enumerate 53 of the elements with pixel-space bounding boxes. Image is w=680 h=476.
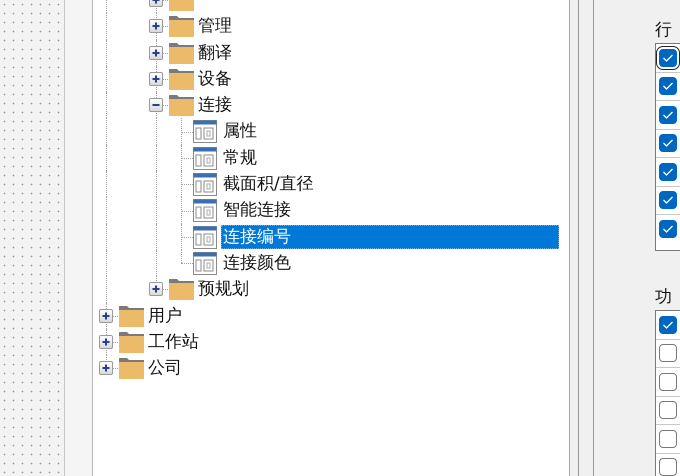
tree-item[interactable]: 连接颜色 bbox=[221, 250, 293, 275]
expand-icon[interactable] bbox=[149, 72, 163, 86]
check-icon bbox=[662, 52, 674, 63]
checkbox[interactable] bbox=[659, 372, 677, 391]
tree-item[interactable]: 属性 bbox=[221, 119, 259, 144]
check-icon bbox=[662, 224, 674, 234]
checkbox[interactable] bbox=[659, 430, 677, 448]
expand-icon[interactable] bbox=[99, 308, 113, 323]
check-icon bbox=[662, 166, 674, 177]
checkbox[interactable] bbox=[659, 48, 677, 67]
tree-item[interactable]: 连接编号 bbox=[221, 224, 559, 249]
group-label: 功 bbox=[655, 286, 673, 309]
check-icon bbox=[662, 81, 674, 92]
tree-item[interactable]: 预规划 bbox=[198, 277, 249, 302]
checkbox[interactable] bbox=[659, 162, 677, 181]
tree-item[interactable]: 连接 bbox=[198, 93, 232, 118]
checkbox[interactable] bbox=[659, 316, 677, 334]
collapse-icon[interactable] bbox=[149, 98, 163, 112]
folder-icon bbox=[168, 278, 195, 300]
tree-item[interactable]: 智能连接 bbox=[221, 198, 293, 222]
group-label: 行 bbox=[655, 19, 673, 42]
checkbox[interactable] bbox=[659, 134, 677, 152]
tree-item[interactable]: 截面积/直径 bbox=[221, 172, 316, 196]
check-icon bbox=[662, 320, 674, 330]
check-icon bbox=[662, 138, 674, 148]
checkbox[interactable] bbox=[659, 77, 677, 96]
checkbox[interactable] bbox=[659, 106, 677, 124]
check-icon bbox=[662, 195, 674, 206]
folder-icon bbox=[168, 42, 195, 64]
expand-icon[interactable] bbox=[149, 19, 163, 34]
folder-icon bbox=[118, 357, 145, 380]
expand-icon[interactable] bbox=[149, 282, 163, 296]
tree-item[interactable]: 工作站 bbox=[148, 330, 199, 354]
expand-icon[interactable] bbox=[149, 46, 163, 60]
expand-icon[interactable] bbox=[99, 334, 113, 349]
checkbox[interactable] bbox=[659, 344, 677, 362]
folder-icon bbox=[168, 94, 195, 116]
folder-icon bbox=[118, 330, 145, 353]
folder-icon bbox=[168, 68, 195, 90]
tree-item[interactable]: 管理 bbox=[198, 14, 232, 38]
expand-icon[interactable] bbox=[99, 361, 113, 376]
tree-item[interactable]: 公司 bbox=[148, 356, 182, 380]
tree-item[interactable]: 用户 bbox=[148, 304, 182, 328]
checkbox[interactable] bbox=[659, 401, 677, 420]
folder-icon bbox=[168, 15, 195, 38]
checkbox[interactable] bbox=[659, 220, 677, 238]
tree-item[interactable]: 翻译 bbox=[198, 40, 232, 65]
tree-item[interactable]: 常规 bbox=[221, 146, 259, 170]
folder-icon bbox=[118, 304, 145, 327]
checkbox[interactable] bbox=[659, 458, 677, 476]
check-icon bbox=[662, 110, 674, 120]
checkbox[interactable] bbox=[659, 191, 677, 210]
tree-item[interactable]: 设备 bbox=[198, 66, 232, 91]
